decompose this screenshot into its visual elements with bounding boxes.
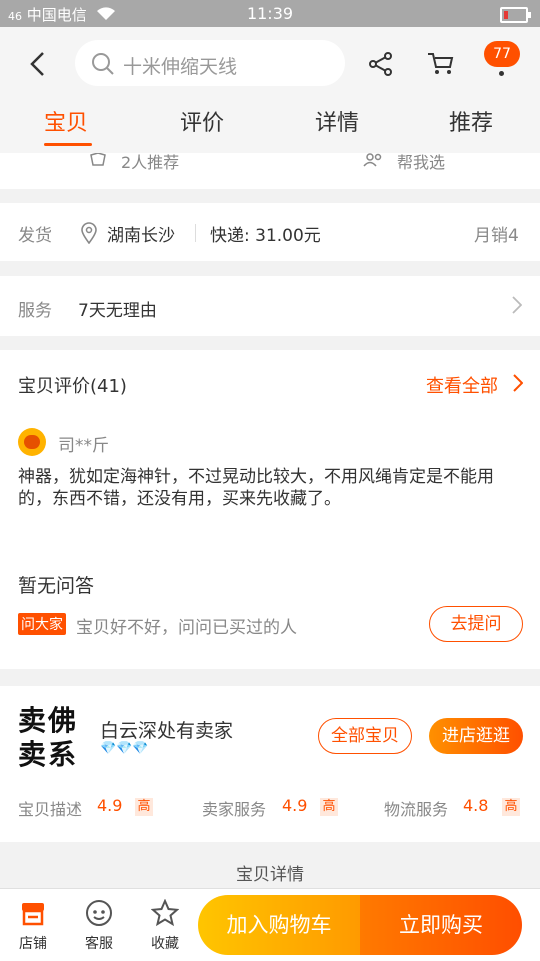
tab-details[interactable]: 详情: [315, 105, 359, 137]
share-icon[interactable]: [368, 51, 394, 77]
shipping-express: 快递: 31.00元: [210, 226, 321, 246]
customer-service-tab[interactable]: 客服: [69, 889, 129, 961]
favorite-tab-label: 收藏: [151, 936, 179, 952]
visit-shop-button[interactable]: 进店逛逛: [429, 718, 523, 754]
tab-baobei[interactable]: 宝贝: [44, 105, 88, 137]
shop-logo[interactable]: 卖佛卖系: [18, 704, 84, 774]
shop-tab[interactable]: 店铺: [3, 889, 63, 961]
buy-now-button[interactable]: 立即购买: [360, 895, 522, 955]
qa-prompt: 宝贝好不好，问问已买过的人: [76, 618, 297, 638]
rating-service-score: 4.9: [282, 796, 308, 815]
people-icon: [363, 153, 382, 167]
divider: [195, 224, 196, 242]
help-choose[interactable]: 帮我选: [397, 149, 445, 173]
ask-question-button[interactable]: 去提问: [429, 606, 523, 642]
service-value: 7天无理由: [78, 301, 157, 321]
location-pin-icon: [81, 222, 97, 244]
rating-service-label: 卖家服务: [202, 800, 267, 819]
chevron-right-icon[interactable]: [513, 374, 523, 392]
cart-icon[interactable]: [426, 51, 456, 77]
more-menu-icon[interactable]: [499, 71, 504, 76]
shop-logo-text: 卖佛卖系: [18, 704, 79, 771]
view-all-reviews[interactable]: 查看全部: [426, 372, 498, 398]
service-tab-label: 客服: [85, 936, 113, 952]
battery-icon: [500, 7, 531, 23]
rating-logistics-level: 高: [502, 798, 520, 816]
tab-recommend[interactable]: 推荐: [449, 105, 493, 137]
reviewer-name: 司**斤: [58, 436, 109, 456]
add-to-cart-button[interactable]: 加入购物车: [198, 895, 360, 955]
service-row[interactable]: 服务 7天无理由: [0, 276, 540, 336]
bottom-action-bar: 店铺 客服 收藏 加入购物车 立即购买: [0, 888, 540, 961]
tab-reviews[interactable]: 评价: [180, 105, 224, 137]
star-icon: [151, 899, 179, 927]
recommend-strip: 2人推荐 帮我选: [0, 153, 540, 189]
chevron-right-icon: [512, 296, 522, 314]
shipping-row: 发货 湖南长沙 快递: 31.00元 月销4: [0, 203, 540, 261]
favorite-tab[interactable]: 收藏: [135, 889, 195, 961]
status-bar: 46 中国电信 11:39: [0, 0, 540, 27]
store-icon: [22, 903, 44, 926]
ask-everyone-tag: 问大家: [18, 613, 66, 635]
monthly-sales: 月销4: [474, 226, 519, 246]
rating-desc-label: 宝贝描述: [18, 800, 83, 819]
detail-header: 宝贝详情: [236, 865, 304, 885]
search-placeholder: 十米伸缩天线: [123, 56, 238, 78]
shop-name[interactable]: 白云深处有卖家: [100, 716, 233, 743]
avatar: [18, 428, 46, 456]
search-icon: [92, 53, 114, 75]
all-items-button[interactable]: 全部宝贝: [318, 718, 412, 754]
rating-logistics-label: 物流服务: [384, 800, 449, 819]
review-text: 神器，犹如定海神针，不过晃动比较大，不用风绳肯定是不能用的，东西不错，还没有用，…: [18, 467, 494, 509]
message-badge: 77: [484, 41, 520, 67]
recommend-count[interactable]: 2人推荐: [121, 149, 179, 173]
search-box[interactable]: 十米伸缩天线: [75, 40, 345, 86]
rating-service-level: 高: [320, 798, 338, 816]
status-time: 11:39: [246, 4, 294, 23]
rating-desc-level: 高: [135, 798, 153, 816]
reviews-section: 宝贝评价(41) 查看全部 司**斤 神器，犹如定海神针，不过晃动比较大，不用风…: [0, 350, 540, 537]
back-arrow-icon[interactable]: [28, 51, 48, 77]
shipping-location: 湖南长沙: [107, 226, 175, 246]
reviews-title: 宝贝评价(41): [18, 376, 127, 397]
chat-face-icon: [86, 900, 112, 926]
rating-desc-score: 4.9: [97, 796, 123, 815]
qa-title: 暂无问答: [18, 575, 95, 597]
top-header: 十米伸缩天线 77 宝贝 评价 详情 推荐: [0, 27, 540, 153]
rating-logistics-score: 4.8: [463, 796, 489, 815]
thumb-up-icon: [90, 153, 106, 166]
tab-bar: 宝贝 评价 详情 推荐: [0, 105, 540, 151]
shop-diamonds: 💎💎💎: [100, 741, 149, 756]
shop-section: 卖佛卖系 白云深处有卖家 💎💎💎 全部宝贝 进店逛逛 宝贝描述 4.9 高 卖家…: [0, 686, 540, 842]
tab-active-indicator: [44, 143, 92, 146]
service-label: 服务: [18, 301, 52, 321]
qa-section: 暂无问答 问大家 宝贝好不好，问问已买过的人 去提问: [0, 537, 540, 669]
shipping-label: 发货: [18, 226, 52, 246]
shop-tab-label: 店铺: [19, 936, 47, 952]
